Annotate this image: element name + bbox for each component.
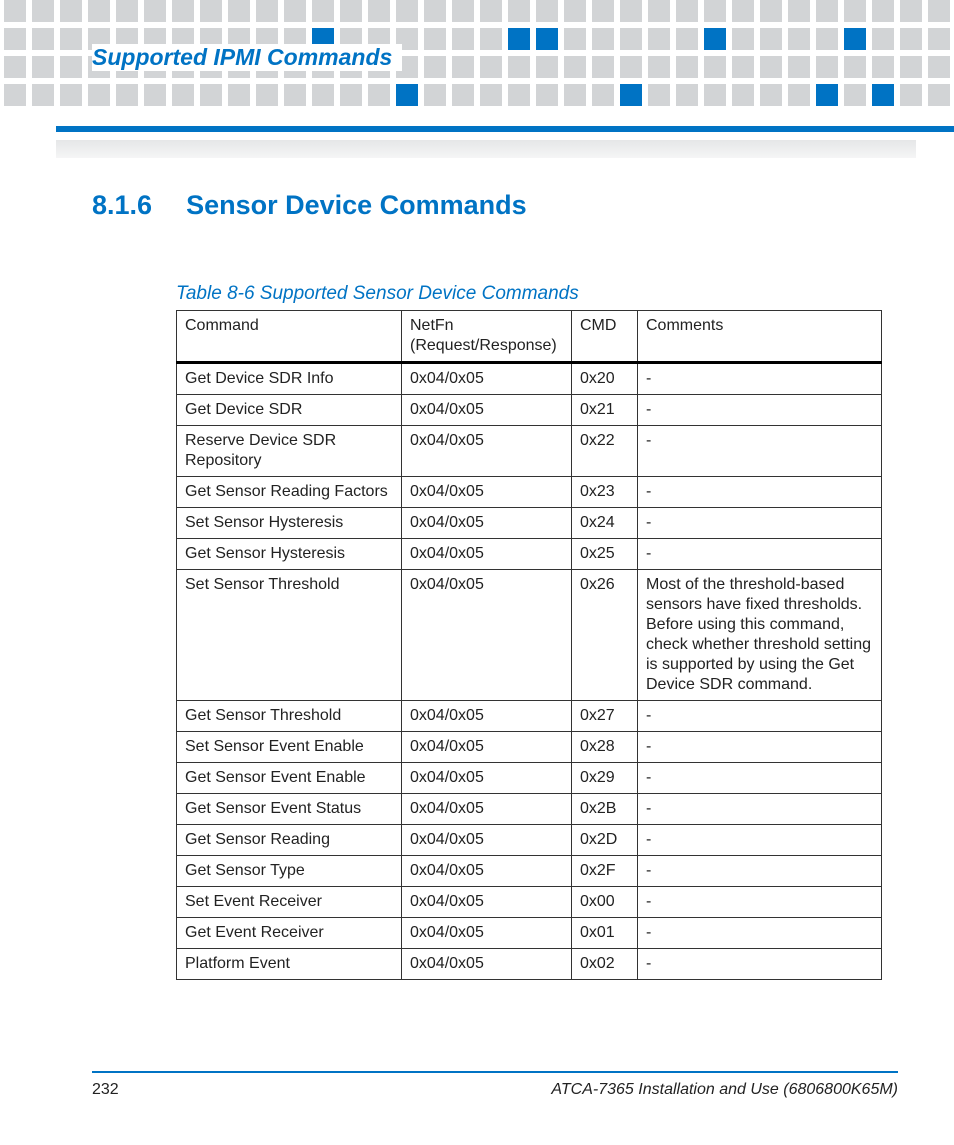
cell-cmd: 0x2B [572, 794, 638, 825]
table-row: Get Event Receiver0x04/0x050x01- [177, 918, 882, 949]
table-row: Get Sensor Type0x04/0x050x2F- [177, 856, 882, 887]
cell-cmd: 0x27 [572, 701, 638, 732]
cell-command: Get Sensor Reading Factors [177, 477, 402, 508]
cell-netfn: 0x04/0x05 [402, 856, 572, 887]
cell-command: Set Sensor Event Enable [177, 732, 402, 763]
cell-command: Get Sensor Event Status [177, 794, 402, 825]
cell-comments: - [638, 426, 882, 477]
cell-comments: - [638, 763, 882, 794]
cell-netfn: 0x04/0x05 [402, 701, 572, 732]
cell-command: Get Device SDR [177, 395, 402, 426]
cell-cmd: 0x00 [572, 887, 638, 918]
cell-comments: - [638, 477, 882, 508]
cell-command: Get Sensor Reading [177, 825, 402, 856]
cell-cmd: 0x26 [572, 570, 638, 701]
th-comments: Comments [638, 311, 882, 363]
section-heading: 8.1.6 Sensor Device Commands [92, 190, 527, 221]
cell-cmd: 0x24 [572, 508, 638, 539]
cell-comments: - [638, 363, 882, 395]
cell-cmd: 0x25 [572, 539, 638, 570]
cell-netfn: 0x04/0x05 [402, 395, 572, 426]
cell-command: Platform Event [177, 949, 402, 980]
cell-comments: - [638, 508, 882, 539]
cell-command: Get Sensor Event Enable [177, 763, 402, 794]
cell-netfn: 0x04/0x05 [402, 794, 572, 825]
table-row: Set Sensor Hysteresis0x04/0x050x24- [177, 508, 882, 539]
table-row: Set Sensor Event Enable0x04/0x050x28- [177, 732, 882, 763]
footer-rule [92, 1071, 898, 1073]
cell-netfn: 0x04/0x05 [402, 763, 572, 794]
cell-netfn: 0x04/0x05 [402, 732, 572, 763]
th-cmd: CMD [572, 311, 638, 363]
table-row: Get Sensor Reading0x04/0x050x2D- [177, 825, 882, 856]
table-row: Set Event Receiver0x04/0x050x00- [177, 887, 882, 918]
page-footer: 232 ATCA-7365 Installation and Use (6806… [92, 1071, 898, 1099]
cell-command: Set Sensor Threshold [177, 570, 402, 701]
cell-netfn: 0x04/0x05 [402, 918, 572, 949]
cell-cmd: 0x20 [572, 363, 638, 395]
cell-comments: - [638, 539, 882, 570]
cell-cmd: 0x23 [572, 477, 638, 508]
cell-comments: - [638, 949, 882, 980]
header-shadow [56, 140, 916, 158]
cell-command: Get Sensor Threshold [177, 701, 402, 732]
cell-comments: Most of the threshold-based sensors have… [638, 570, 882, 701]
cell-netfn: 0x04/0x05 [402, 887, 572, 918]
cell-comments: - [638, 825, 882, 856]
cell-netfn: 0x04/0x05 [402, 477, 572, 508]
table-row: Get Device SDR0x04/0x050x21- [177, 395, 882, 426]
cell-comments: - [638, 856, 882, 887]
doc-id: ATCA-7365 Installation and Use (6806800K… [551, 1081, 898, 1099]
table-row: Get Sensor Threshold0x04/0x050x27- [177, 701, 882, 732]
table-row: Get Sensor Reading Factors0x04/0x050x23- [177, 477, 882, 508]
cell-cmd: 0x21 [572, 395, 638, 426]
cell-comments: - [638, 395, 882, 426]
th-netfn: NetFn (Request/Response) [402, 311, 572, 363]
header-rule [56, 126, 954, 132]
running-head: Supported IPMI Commands [92, 44, 402, 71]
table-row: Get Sensor Event Status0x04/0x050x2B- [177, 794, 882, 825]
table-row: Get Sensor Event Enable0x04/0x050x29- [177, 763, 882, 794]
table-header-row: Command NetFn (Request/Response) CMD Com… [177, 311, 882, 363]
table-row: Reserve Device SDR Repository0x04/0x050x… [177, 426, 882, 477]
page-number: 232 [92, 1081, 119, 1099]
cell-cmd: 0x29 [572, 763, 638, 794]
cell-netfn: 0x04/0x05 [402, 508, 572, 539]
cell-comments: - [638, 732, 882, 763]
section-number: 8.1.6 [92, 190, 152, 221]
cell-netfn: 0x04/0x05 [402, 570, 572, 701]
table-row: Get Device SDR Info0x04/0x050x20- [177, 363, 882, 395]
cell-cmd: 0x28 [572, 732, 638, 763]
cell-cmd: 0x02 [572, 949, 638, 980]
table-row: Get Sensor Hysteresis0x04/0x050x25- [177, 539, 882, 570]
cell-netfn: 0x04/0x05 [402, 363, 572, 395]
table-row: Platform Event0x04/0x050x02- [177, 949, 882, 980]
cell-netfn: 0x04/0x05 [402, 539, 572, 570]
table-row: Set Sensor Threshold0x04/0x050x26Most of… [177, 570, 882, 701]
cell-cmd: 0x2D [572, 825, 638, 856]
cell-command: Get Sensor Hysteresis [177, 539, 402, 570]
th-command: Command [177, 311, 402, 363]
table-caption: Table 8-6 Supported Sensor Device Comman… [176, 283, 579, 305]
cell-cmd: 0x01 [572, 918, 638, 949]
cell-comments: - [638, 918, 882, 949]
cell-netfn: 0x04/0x05 [402, 426, 572, 477]
cell-comments: - [638, 794, 882, 825]
cell-command: Set Sensor Hysteresis [177, 508, 402, 539]
cell-command: Set Event Receiver [177, 887, 402, 918]
cell-command: Get Device SDR Info [177, 363, 402, 395]
commands-table: Command NetFn (Request/Response) CMD Com… [176, 310, 882, 980]
cell-command: Get Sensor Type [177, 856, 402, 887]
cell-command: Get Event Receiver [177, 918, 402, 949]
cell-comments: - [638, 701, 882, 732]
cell-comments: - [638, 887, 882, 918]
cell-command: Reserve Device SDR Repository [177, 426, 402, 477]
cell-netfn: 0x04/0x05 [402, 825, 572, 856]
section-title-text: Sensor Device Commands [186, 190, 527, 221]
cell-cmd: 0x22 [572, 426, 638, 477]
cell-cmd: 0x2F [572, 856, 638, 887]
cell-netfn: 0x04/0x05 [402, 949, 572, 980]
